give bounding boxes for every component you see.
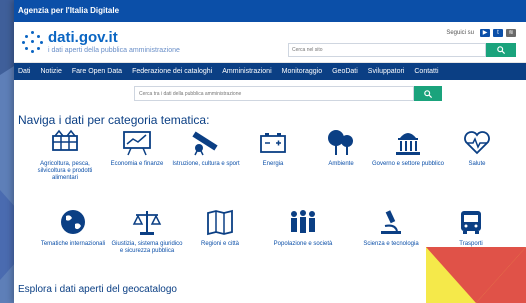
nav-item-geodati[interactable]: GeoDati (332, 68, 358, 75)
category-label: Giustizia, sistema giuridico e sicurezza… (111, 241, 183, 254)
tractor-icon (52, 129, 78, 151)
category-label: Ambiente (328, 161, 354, 167)
category-economia[interactable]: Economia e finanze (100, 128, 174, 168)
categories-heading: Naviga i dati per categoria tematica: (18, 113, 210, 127)
social-label: Seguici su (446, 30, 474, 36)
category-ambiente[interactable]: Ambiente (304, 128, 378, 168)
category-label: Popolazione e società (273, 241, 333, 247)
nav-item-fare-open-data[interactable]: Fare Open Data (72, 68, 122, 75)
trees-icon (328, 130, 353, 155)
nav-item-sviluppatori[interactable]: Sviluppatori (368, 68, 405, 75)
diploma-icon (192, 131, 218, 156)
data-search (134, 86, 442, 101)
category-label: Scienza e tecnologia (363, 241, 419, 247)
data-search-input[interactable] (134, 86, 414, 101)
logo-dots-icon[interactable] (22, 31, 44, 53)
nav-item-federazione[interactable]: Federazione dei cataloghi (132, 68, 212, 75)
search-icon (424, 90, 433, 98)
chart-board-icon (123, 131, 151, 156)
main-nav: Dati Notizie Fare Open Data Federazione … (14, 63, 526, 80)
rss-icon[interactable]: ≋ (506, 29, 516, 37)
header-search (288, 43, 516, 57)
site-search-button[interactable] (486, 43, 516, 57)
site-logo-title[interactable]: dati.gov.it (48, 29, 118, 46)
social-links: Seguici su ▶ t ≋ (446, 29, 516, 37)
data-search-button[interactable] (414, 86, 442, 101)
category-label: Istruzione, cultura e sport (172, 161, 240, 167)
category-salute[interactable]: Salute (440, 128, 514, 168)
site-logo-subtitle: i dati aperti della pubblica amministraz… (48, 47, 180, 54)
category-agricoltura[interactable]: Agricoltura, pesca, silvicoltura e prodo… (28, 128, 102, 182)
map-icon (207, 209, 233, 236)
heart-pulse-icon (464, 131, 490, 155)
youtube-icon[interactable]: ▶ (480, 29, 490, 37)
scales-icon (132, 211, 162, 235)
geocatalog-heading: Esplora i dati aperti del geocatalogo (18, 284, 177, 295)
category-tematiche-internazionali[interactable]: Tematiche internazionali (36, 208, 110, 248)
category-label: Regioni e città (200, 241, 240, 247)
category-governo[interactable]: Governo e settore pubblico (371, 128, 445, 168)
nav-item-amministrazioni[interactable]: Amministrazioni (222, 68, 271, 75)
microscope-icon (381, 210, 401, 234)
category-trasporti[interactable]: Trasporti (434, 208, 508, 248)
battery-icon (260, 133, 286, 153)
category-energia[interactable]: Energia (236, 128, 310, 168)
category-istruzione[interactable]: Istruzione, cultura e sport (169, 128, 243, 168)
search-icon (497, 46, 506, 54)
category-popolazione[interactable]: Popolazione e società (266, 208, 340, 248)
site-header: dati.gov.it i dati aperti della pubblica… (14, 22, 526, 63)
category-label: Governo e settore pubblico (371, 161, 445, 167)
government-building-icon (396, 133, 420, 155)
nav-item-monitoraggio[interactable]: Monitoraggio (282, 68, 322, 75)
corner-decoration (426, 247, 526, 303)
category-label: Tematiche internazionali (40, 241, 106, 247)
nav-item-notizie[interactable]: Notizie (40, 68, 61, 75)
category-label: Energia (262, 161, 284, 167)
globe-icon (61, 210, 85, 234)
category-regioni[interactable]: Regioni e città (183, 208, 257, 248)
bus-icon (461, 211, 481, 234)
twitter-icon[interactable]: t (493, 29, 503, 37)
category-label: Agricoltura, pesca, silvicoltura e prodo… (37, 161, 93, 181)
category-label: Economia e finanze (110, 161, 164, 167)
nav-item-dati[interactable]: Dati (18, 68, 30, 75)
people-icon (291, 210, 315, 233)
site-search-input[interactable] (288, 43, 486, 57)
category-label: Salute (468, 161, 486, 167)
nav-item-contatti[interactable]: Contatti (414, 68, 438, 75)
category-scienza[interactable]: Scienza e tecnologia (354, 208, 428, 248)
category-giustizia[interactable]: Giustizia, sistema giuridico e sicurezza… (110, 208, 184, 255)
agency-bar[interactable]: Agenzia per l'Italia Digitale (14, 0, 526, 22)
